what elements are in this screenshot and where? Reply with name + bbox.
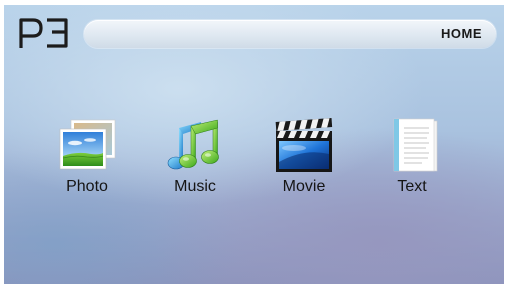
menu-item-label: Music [174,178,216,195]
header-bar: HOME [84,20,496,48]
menu-item-label: Text [397,178,427,195]
brand-logo [19,18,68,48]
menu-item-label: Movie [282,178,326,195]
page-title: HOME [441,26,482,41]
menu-item-music[interactable]: Music [150,118,240,208]
clapperboard-icon [275,118,333,172]
menu-item-movie[interactable]: Movie [259,118,349,208]
menu-item-text[interactable]: Text [367,118,457,208]
photo-icon [59,119,116,170]
menu-item-photo[interactable]: Photo [42,118,132,208]
home-screen: HOME Photo Music Movie Text [4,5,504,284]
music-note-icon [167,119,219,170]
menu-item-label: Photo [66,178,108,195]
document-icon [393,118,438,172]
